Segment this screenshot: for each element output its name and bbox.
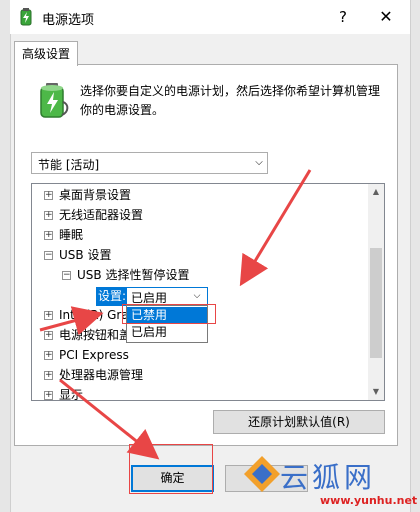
tree-item-label: 睡眠 xyxy=(59,228,84,242)
scroll-up-icon[interactable]: ▲ xyxy=(368,184,384,200)
watermark-logo: 云狐网 www.yunhu.net xyxy=(240,452,420,512)
tab-advanced-settings[interactable]: 高级设置 xyxy=(14,41,78,66)
chevron-down-icon: ⌵ xyxy=(193,291,201,301)
tree-item-label: 显示 xyxy=(59,388,84,401)
watermark-text: 云狐网 xyxy=(280,461,377,494)
scroll-down-icon[interactable]: ▼ xyxy=(368,384,384,400)
expand-icon[interactable]: + xyxy=(44,351,53,360)
help-button[interactable]: ? xyxy=(332,6,354,28)
power-plan-select-value: 节能 [活动] xyxy=(38,158,100,172)
tree-item-label: USB 选择性暂停设置 xyxy=(77,268,190,282)
close-button[interactable]: ✕ xyxy=(375,6,397,28)
settings-tree[interactable]: + 桌面背景设置 + 无线适配器设置 + 睡眠 − USB 设置 − USB 选… xyxy=(31,183,385,401)
tree-item-label: Intel(R) Gra xyxy=(59,308,129,322)
expand-icon[interactable]: + xyxy=(44,371,53,380)
window-title: 电源选项 xyxy=(42,13,95,28)
battery-app-icon xyxy=(16,7,36,27)
chevron-down-icon: ⌵ xyxy=(255,157,263,168)
tree-item-label: USB 设置 xyxy=(59,248,112,262)
expand-icon[interactable]: + xyxy=(44,311,53,320)
tree-scrollbar[interactable]: ▲ ▼ xyxy=(368,184,384,400)
tree-item-label: 无线适配器设置 xyxy=(59,208,144,222)
expand-icon[interactable]: + xyxy=(44,211,53,220)
battery-icon xyxy=(36,82,70,120)
tree-item-label: 电源按钮和盖 xyxy=(59,328,132,342)
scrollbar-thumb[interactable] xyxy=(370,248,382,358)
tree-item-label: 桌面背景设置 xyxy=(59,188,132,202)
tree-item-label: PCI Express xyxy=(59,348,129,362)
expand-icon[interactable]: + xyxy=(44,331,53,340)
title-bar[interactable]: 电源选项 ? ✕ xyxy=(10,0,410,34)
description-text: 选择你要自定义的电源计划，然后选择你希望计算机管理你的电源设置。 xyxy=(80,84,381,117)
restore-defaults-button[interactable]: 还原计划默认值(R) xyxy=(213,410,385,434)
annotation-highlight-box xyxy=(129,444,213,494)
power-plan-select[interactable]: 节能 [活动] ⌵ xyxy=(31,152,268,174)
background-window-right-edge xyxy=(410,0,420,512)
background-window-left-edge xyxy=(0,0,11,512)
expand-icon[interactable]: + xyxy=(44,191,53,200)
tree-item-label: 处理器电源管理 xyxy=(59,368,144,382)
expand-icon[interactable]: + xyxy=(44,391,53,400)
watermark-url: www.yunhu.net xyxy=(320,494,418,507)
collapse-icon[interactable]: − xyxy=(62,271,71,280)
fox-logo-icon xyxy=(244,456,280,492)
expand-icon[interactable]: + xyxy=(44,231,53,240)
collapse-icon[interactable]: − xyxy=(44,251,53,260)
annotation-highlight-box xyxy=(122,304,216,324)
dropdown-option-enabled[interactable]: 已启用 xyxy=(127,324,207,341)
